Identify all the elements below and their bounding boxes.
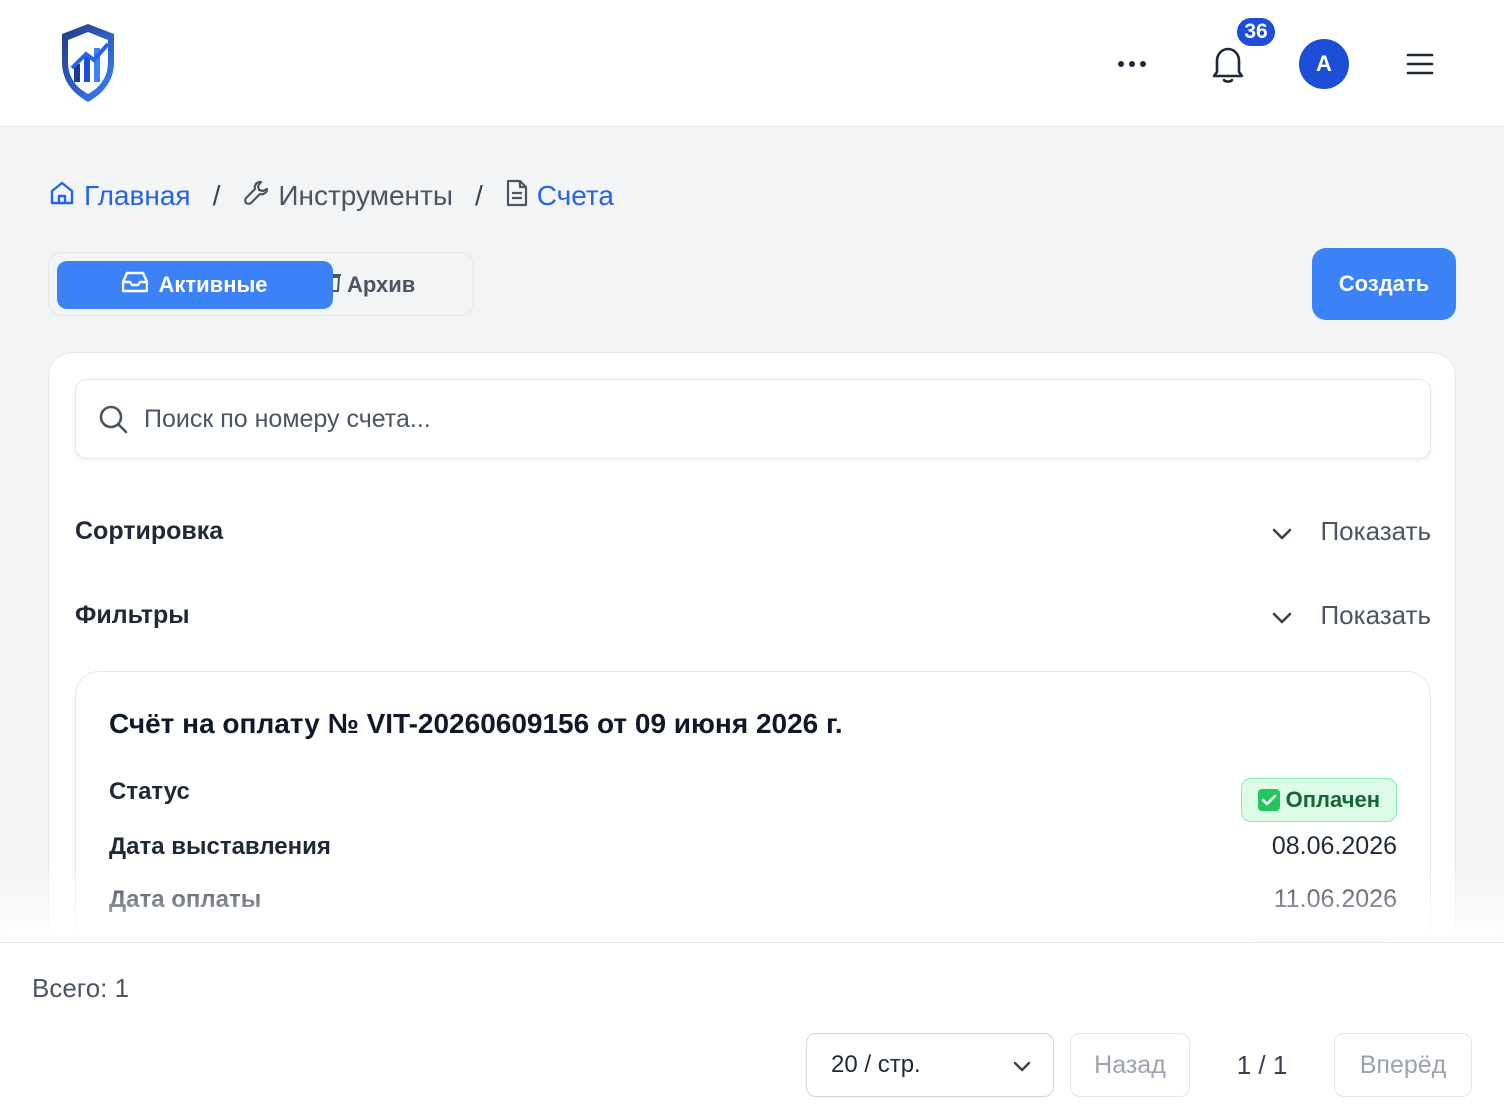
tab-archive-label: Архив	[347, 272, 416, 297]
paid-date-value: 11.06.2026	[1273, 885, 1397, 913]
filters-section: Фильтры Показать	[75, 591, 1431, 639]
breadcrumb-invoices-label: Счета	[536, 180, 614, 211]
document-icon	[505, 179, 529, 214]
filters-toggle[interactable]: Показать	[1272, 600, 1431, 631]
status-badge: Оплачен	[1240, 778, 1397, 822]
invoice-issue-date-row: Дата выставления 08.06.2026	[109, 832, 1397, 861]
sort-toggle-label: Показать	[1320, 515, 1431, 546]
invoice-title: Счёт на оплату № VIT-20260609156 от 09 и…	[109, 708, 843, 739]
issue-date-label: Дата выставления	[109, 832, 331, 860]
invoice-paid-date-row: Дата оплаты 11.06.2026	[109, 885, 1397, 914]
home-icon	[48, 179, 76, 214]
chevron-down-icon	[1013, 1051, 1031, 1079]
chevron-down-icon	[1272, 600, 1292, 631]
invoice-status-row: Статус Оплачен	[109, 768, 1397, 822]
search-icon	[98, 404, 128, 439]
hamburger-menu-icon[interactable]	[1396, 40, 1444, 88]
more-options-icon[interactable]	[1108, 40, 1156, 88]
notification-count-badge: 36	[1235, 16, 1277, 48]
top-header: 36 A	[0, 0, 1504, 127]
next-page-button[interactable]: Вперёд	[1334, 1033, 1472, 1097]
breadcrumb-tools-label: Инструменты	[278, 180, 453, 211]
breadcrumb-home[interactable]: Главная	[48, 179, 191, 214]
per-page-select[interactable]: 20 / стр.	[806, 1033, 1054, 1097]
issue-date-value: 08.06.2026	[1271, 832, 1397, 860]
page-indicator: 1 / 1	[1236, 1049, 1288, 1080]
wrench-icon	[242, 179, 270, 214]
status-value: Оплачен	[1285, 787, 1380, 812]
status-label: Статус	[109, 778, 190, 805]
sort-toggle[interactable]: Показать	[1272, 516, 1431, 547]
sort-section: Сортировка Показать	[75, 507, 1431, 555]
prev-page-button[interactable]: Назад	[1070, 1033, 1190, 1097]
breadcrumb-invoices[interactable]: Счета	[505, 179, 614, 214]
breadcrumb-separator: /	[474, 180, 483, 211]
create-invoice-button[interactable]: Создать	[1312, 248, 1456, 320]
search-input[interactable]	[144, 380, 1414, 458]
breadcrumb-tools[interactable]: Инструменты	[242, 179, 453, 214]
per-page-value: 20 / стр.	[831, 1051, 921, 1078]
notifications-bell-icon[interactable]	[1204, 40, 1252, 88]
app-logo-icon[interactable]	[58, 22, 118, 104]
user-avatar[interactable]: A	[1299, 39, 1349, 89]
breadcrumb-separator: /	[212, 180, 221, 211]
pagination-footer: Всего: 1 20 / стр. Назад 1 / 1 Вперёд	[0, 942, 1504, 1120]
chevron-down-icon	[1272, 516, 1292, 547]
breadcrumb-home-label: Главная	[84, 180, 191, 211]
check-mark-icon	[1257, 789, 1280, 811]
tab-active-label: Активные	[158, 272, 268, 297]
total-count: Всего: 1	[32, 973, 130, 1003]
tab-archive[interactable]: Архив	[329, 261, 449, 309]
filters-toggle-label: Показать	[1320, 599, 1431, 630]
breadcrumb: Главная / Инструменты / Счета	[48, 176, 614, 216]
status-tabs: Архив Активные	[48, 252, 474, 316]
sort-title: Сортировка	[75, 516, 224, 545]
inbox-icon	[122, 271, 149, 299]
filters-title: Фильтры	[75, 600, 190, 629]
search-box	[75, 379, 1431, 459]
tab-active[interactable]: Активные	[57, 261, 333, 309]
paid-date-label: Дата оплаты	[109, 885, 262, 913]
